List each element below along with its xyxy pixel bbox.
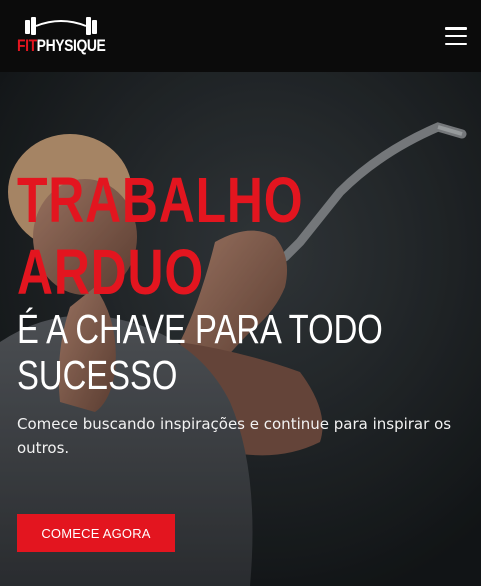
hero-tagline: Comece buscando inspirações e continue p… (17, 415, 452, 457)
site-header: FITPHYSIQUE (0, 0, 481, 72)
start-now-button[interactable]: COMECE AGORA (17, 514, 175, 552)
hero-subheadline: É A CHAVE PARA TODO SUCESSO (17, 306, 383, 398)
headline-line-2: ARDUO (17, 236, 204, 308)
logo-text-physique: PHYSIQUE (36, 36, 106, 55)
barbell-icon (25, 17, 97, 35)
subheadline-line-2: SUCESSO (17, 352, 178, 398)
headline-line-1: TRABALHO (17, 164, 304, 236)
subheadline-line-1: É A CHAVE PARA TODO (17, 306, 383, 352)
fitphysique-logo[interactable]: FITPHYSIQUE (17, 14, 109, 58)
hero-section: TRABALHO ARDUO É A CHAVE PARA TODO SUCES… (0, 72, 481, 586)
logo-text-fit: FIT (17, 36, 37, 55)
hamburger-menu-icon[interactable] (445, 27, 467, 45)
hero-headline: TRABALHO ARDUO (17, 164, 372, 308)
